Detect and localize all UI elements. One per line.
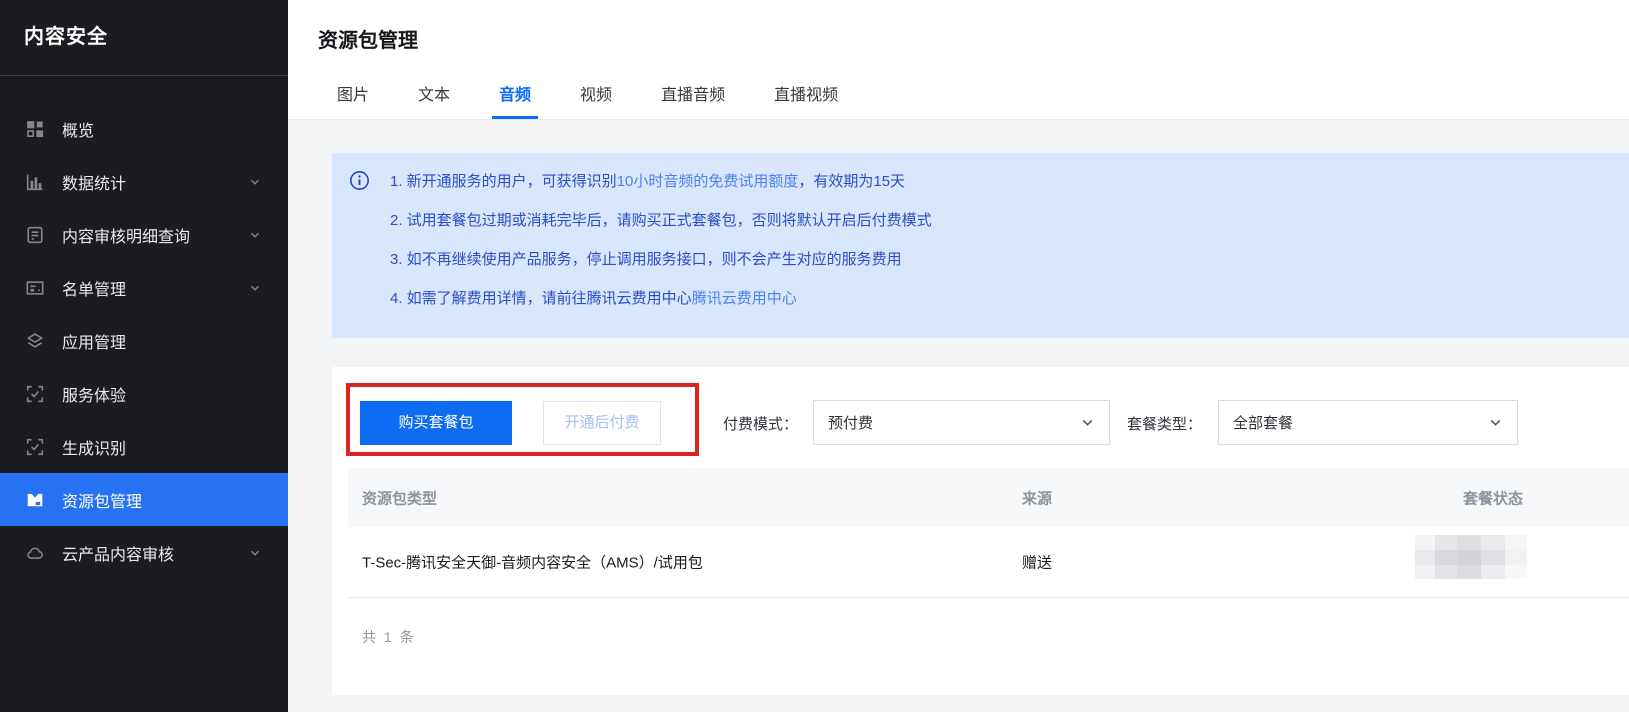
sidebar-item-cloud-product-review[interactable]: 云产品内容审核 [0,526,288,579]
notice-line: 1. 新开通服务的用户，可获得识别10小时音频的免费试用额度，有效期为15天 [390,162,1609,201]
tab-bar: 图片 文本 音频 视频 直播音频 直播视频 [337,81,838,119]
package-type-label: 套餐类型： [1127,415,1203,433]
chevron-down-icon [248,546,262,560]
chevron-down-icon [1080,415,1095,430]
sidebar-item-label: 生成识别 [62,440,127,458]
pay-mode-select[interactable]: 预付费 [813,400,1110,445]
package-icon [26,491,44,509]
main-content: 资源包管理 图片 文本 音频 视频 直播音频 直播视频 1. 新开通服务的用户，… [288,0,1629,712]
postpaid-button[interactable]: 开通后付费 [543,401,661,445]
tab-text[interactable]: 文本 [418,81,450,119]
chevron-down-icon [248,175,262,189]
notice-link[interactable]: 10小时音频的免费试用额度 [617,173,799,190]
scan-check-icon [26,438,44,456]
page-body: 1. 新开通服务的用户，可获得识别10小时音频的免费试用额度，有效期为15天 2… [288,120,1629,712]
notice-line: 2. 试用套餐包过期或消耗完毕后，请购买正式套餐包，否则将默认开启后付费模式 [390,201,1609,240]
pay-mode-value: 预付费 [828,415,874,432]
notice-line: 3. 如不再继续使用产品服务，停止调用服务接口，则不会产生对应的服务费用 [390,240,1609,279]
column-header-source: 来源 [1022,490,1053,507]
notice-link[interactable]: 腾讯云费用中心 [692,290,797,307]
package-type-value: 全部套餐 [1233,415,1294,432]
sidebar-item-label: 内容审核明细查询 [62,228,191,246]
sidebar-item-service-experience[interactable]: 服务体验 [0,367,288,420]
sidebar-item-label: 概览 [62,122,95,140]
page-title: 资源包管理 [318,30,418,52]
sidebar: 内容安全 概览 数据统计 内容审核明细查询 名单管理 应用管理 服务体验 生成识… [0,0,288,712]
notice-text: 4. 如需了解费用详情，请前往腾讯云费用中心 [390,290,692,307]
scan-check-icon [26,385,44,403]
sidebar-item-app-management[interactable]: 应用管理 [0,314,288,367]
cloud-icon [26,544,44,562]
sidebar-item-generation-recognition[interactable]: 生成识别 [0,420,288,473]
sidebar-title: 内容安全 [24,26,108,48]
sidebar-item-label: 服务体验 [62,387,127,405]
table-row: T-Sec-腾讯安全天御-音频内容安全（AMS）/试用包 赠送 [348,527,1629,598]
list-card-icon [26,279,44,297]
sidebar-item-review-detail-query[interactable]: 内容审核明细查询 [0,208,288,261]
sidebar-item-label: 名单管理 [62,281,127,299]
sidebar-item-label: 云产品内容审核 [62,546,175,564]
sidebar-item-data-statistics[interactable]: 数据统计 [0,155,288,208]
cell-package-type: T-Sec-腾讯安全天御-音频内容安全（AMS）/试用包 [362,554,703,572]
sidebar-item-resource-packages[interactable]: 资源包管理 [0,473,288,526]
tab-live-audio[interactable]: 直播音频 [661,81,725,119]
tab-live-video[interactable]: 直播视频 [774,81,838,119]
column-header-status: 套餐状态 [1462,490,1523,507]
notice-line: 4. 如需了解费用详情，请前往腾讯云费用中心腾讯云费用中心 [390,279,1609,318]
sidebar-nav: 概览 数据统计 内容审核明细查询 名单管理 应用管理 服务体验 生成识别 资源包… [0,102,288,579]
notice-text: 1. 新开通服务的用户，可获得识别 [390,173,617,190]
sidebar-item-overview[interactable]: 概览 [0,102,288,155]
sidebar-divider [0,75,288,76]
chevron-down-icon [248,228,262,242]
document-icon [26,226,44,244]
chevron-down-icon [1488,415,1503,430]
tab-audio[interactable]: 音频 [492,81,539,119]
notice-banner: 1. 新开通服务的用户，可获得识别10小时音频的免费试用额度，有效期为15天 2… [332,153,1629,338]
chevron-down-icon [248,281,262,295]
resource-package-card: 购买套餐包 开通后付费 付费模式： 预付费 套餐类型： 全部套餐 资源包类型 来… [332,367,1629,695]
tab-video[interactable]: 视频 [580,81,612,119]
column-header-package-type: 资源包类型 [362,490,438,507]
bar-chart-icon [26,173,44,191]
tab-image[interactable]: 图片 [337,81,369,119]
notice-text: ，有效期为15天 [798,173,906,190]
sidebar-item-label: 数据统计 [62,175,127,193]
cell-source: 赠送 [1022,554,1053,572]
grid-overview-icon [26,120,44,138]
table-total-count: 共 1 条 [362,629,416,645]
table-header: 资源包类型 来源 套餐状态 [348,468,1629,527]
info-icon [349,170,370,191]
sidebar-item-label: 应用管理 [62,334,127,352]
censored-status-mosaic [1415,535,1527,579]
pay-mode-label: 付费模式： [723,415,799,433]
page-header: 资源包管理 图片 文本 音频 视频 直播音频 直播视频 [288,0,1629,120]
layers-icon [26,332,44,350]
sidebar-item-label: 资源包管理 [62,493,143,511]
buy-package-button[interactable]: 购买套餐包 [360,401,512,445]
notice-text: 2. 试用套餐包过期或消耗完毕后，请购买正式套餐包，否则将默认开启后付费模式 [390,212,932,229]
notice-lines: 1. 新开通服务的用户，可获得识别10小时音频的免费试用额度，有效期为15天 2… [390,162,1609,318]
sidebar-item-list-management[interactable]: 名单管理 [0,261,288,314]
package-type-select[interactable]: 全部套餐 [1218,400,1518,445]
notice-text: 3. 如不再继续使用产品服务，停止调用服务接口，则不会产生对应的服务费用 [390,251,902,268]
